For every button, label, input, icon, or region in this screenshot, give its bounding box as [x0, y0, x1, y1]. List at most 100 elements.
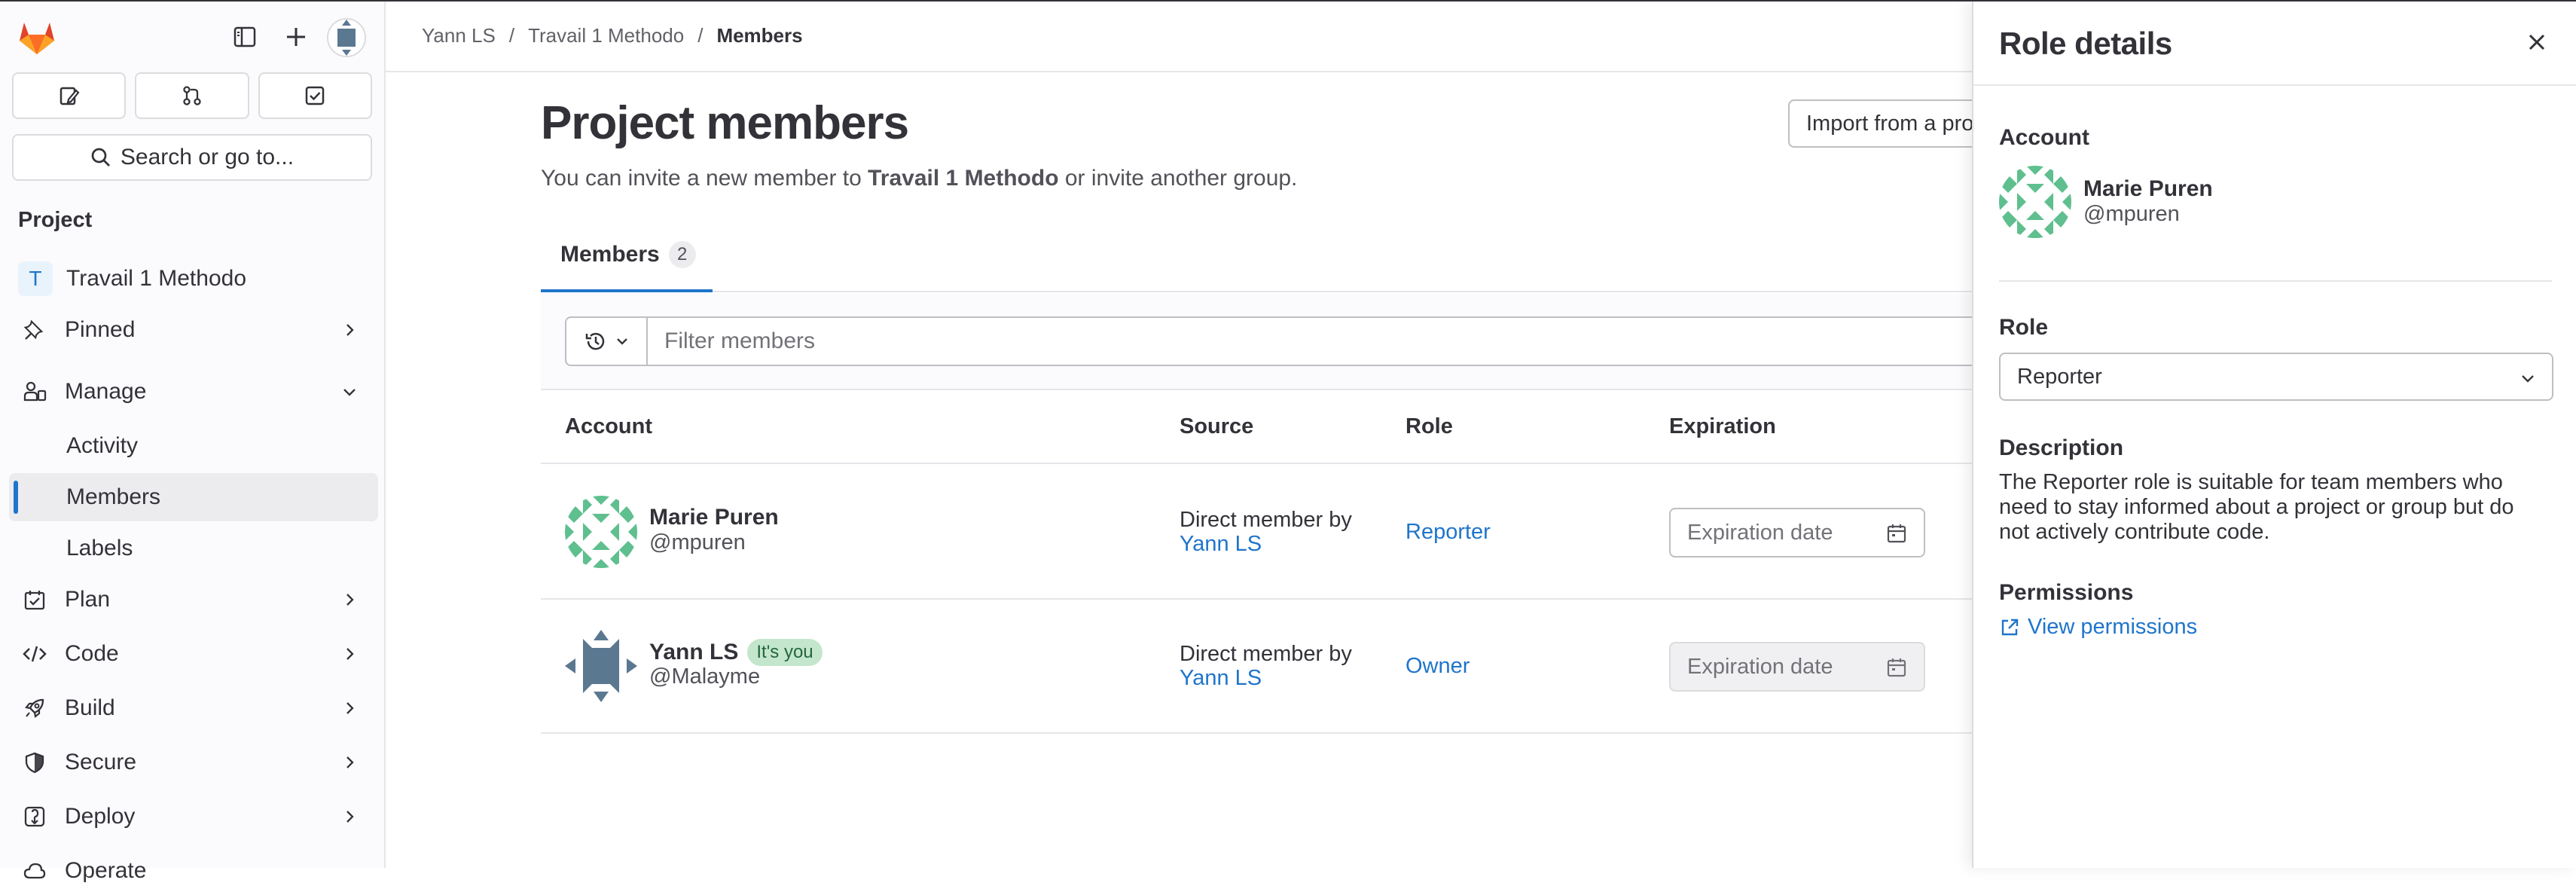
column-header-account: Account	[565, 414, 652, 438]
plus-icon	[287, 28, 305, 46]
breadcrumb-item-members[interactable]: Members	[716, 24, 802, 47]
sidebar-item-label: Build	[65, 695, 115, 720]
sidebar: Search or go to... Project T Travail 1 M…	[0, 0, 386, 883]
sidebar-item-deploy[interactable]: Deploy	[9, 793, 378, 841]
chevron-right-icon	[346, 756, 354, 768]
source-prefix: Direct member by	[1180, 508, 1352, 532]
sidebar-item-plan[interactable]: Plan	[9, 576, 378, 624]
sidebar-header	[0, 0, 384, 69]
role-select[interactable]: Reporter	[1999, 353, 2553, 401]
source-user-link[interactable]: Yann LS	[1180, 532, 1352, 556]
sidebar-item-label: Code	[65, 641, 119, 666]
chevron-down-icon	[2522, 375, 2534, 383]
avatar-identicon-icon	[1999, 166, 2071, 238]
sidebar-item-members[interactable]: Members	[9, 473, 378, 521]
filter-members-input[interactable]: Filter members	[646, 316, 2047, 366]
close-drawer-button[interactable]	[2522, 27, 2552, 57]
merge-request-icon	[183, 86, 201, 105]
sidebar-item-label: Plan	[65, 587, 111, 612]
member-source: Direct member by Yann LS	[1180, 642, 1352, 690]
sidebar-item-manage[interactable]: Manage	[9, 368, 378, 416]
avatar-identicon-icon	[328, 20, 365, 56]
sidebar-item-labels[interactable]: Labels	[9, 524, 378, 573]
chevron-right-icon	[346, 811, 354, 823]
avatar[interactable]	[565, 496, 637, 568]
drawer-header: Role details	[1973, 0, 2576, 86]
chevron-right-icon	[346, 324, 354, 336]
account-label: Account	[1999, 125, 2089, 150]
sidebar-item-secure[interactable]: Secure	[9, 738, 378, 787]
planning-icon	[20, 585, 50, 615]
page-subtitle: You can invite a new member to Travail 1…	[541, 166, 1297, 191]
source-user-link[interactable]: Yann LS	[1180, 666, 1352, 690]
sidebar-item-label: Operate	[65, 858, 147, 883]
column-header-role: Role	[1406, 414, 1453, 438]
drawer-member-name[interactable]: Marie Puren	[2083, 176, 2213, 202]
create-new-button[interactable]	[279, 20, 313, 54]
role-description: The Reporter role is suitable for team m…	[1999, 470, 2514, 544]
deploy-icon	[20, 802, 50, 832]
view-permissions-link[interactable]: View permissions	[1999, 615, 2197, 640]
todo-tab[interactable]	[258, 72, 372, 119]
sidebar-item-activity[interactable]: Activity	[9, 422, 378, 470]
toggle-sidebar-button[interactable]	[227, 20, 262, 54]
filter-bar: Filter members	[541, 294, 2047, 390]
search-icon	[91, 148, 110, 166]
users-icon	[20, 377, 50, 407]
sidebar-item-project[interactable]: T Travail 1 Methodo	[9, 255, 378, 303]
tab-count-badge: 2	[668, 241, 696, 268]
rocket-icon	[20, 693, 50, 723]
close-icon	[2529, 34, 2545, 50]
sidebar-item-operate[interactable]: Operate	[9, 847, 378, 895]
sidebar-item-label: Deploy	[65, 804, 136, 829]
breadcrumb-item-project[interactable]: Travail 1 Methodo	[528, 24, 684, 47]
chevron-down-icon	[617, 338, 627, 345]
member-name[interactable]: Yann LS	[649, 640, 738, 664]
avatar[interactable]	[565, 630, 637, 702]
expiration-placeholder: Expiration date	[1687, 520, 1833, 545]
issues-tab[interactable]	[12, 72, 127, 119]
breadcrumb-item-user[interactable]: Yann LS	[422, 24, 496, 47]
chevron-right-icon	[346, 594, 354, 606]
chevron-down-icon	[343, 389, 356, 396]
member-username: @Malayme	[649, 664, 761, 689]
description-label: Description	[1999, 435, 2124, 460]
members-tabs: Members 2	[541, 220, 2047, 292]
merge-requests-tab[interactable]	[135, 72, 249, 119]
table-row: Marie Puren @mpuren Direct member by Yan…	[541, 466, 2047, 600]
sidebar-toggle-icon	[233, 26, 256, 47]
todo-check-icon	[306, 86, 325, 105]
drawer-avatar[interactable]	[1999, 166, 2071, 238]
expiration-date-input[interactable]: Expiration date	[1669, 508, 1925, 557]
expiration-placeholder: Expiration date	[1687, 654, 1833, 679]
code-icon	[20, 639, 50, 669]
top-border	[0, 0, 2576, 2]
tab-members[interactable]: Members 2	[541, 220, 713, 292]
permissions-label: Permissions	[1999, 580, 2134, 605]
member-source: Direct member by Yann LS	[1180, 508, 1352, 556]
role-select-value: Reporter	[2017, 364, 2102, 389]
sidebar-item-build[interactable]: Build	[9, 684, 378, 732]
recent-searches-button[interactable]	[565, 316, 648, 366]
breadcrumb-separator: /	[697, 24, 704, 47]
role-link[interactable]: Reporter	[1406, 520, 1491, 545]
expiration-date-input: Expiration date	[1669, 642, 1925, 692]
sidebar-item-code[interactable]: Code	[9, 630, 378, 678]
subtitle-project: Travail 1 Methodo	[868, 166, 1059, 191]
member-name[interactable]: Marie Puren	[649, 505, 779, 530]
view-permissions-label: View permissions	[2028, 615, 2198, 639]
shield-icon	[20, 747, 50, 777]
sidebar-item-label: Secure	[65, 750, 137, 774]
project-avatar: T	[18, 261, 53, 296]
drawer-member-username: @mpuren	[2083, 202, 2180, 226]
role-link[interactable]: Owner	[1406, 654, 1470, 679]
search-button[interactable]: Search or go to...	[12, 134, 372, 181]
history-icon	[585, 332, 605, 350]
avatar-identicon-icon	[565, 630, 637, 702]
breadcrumb: Yann LS / Travail 1 Methodo / Members	[422, 24, 803, 47]
table-row: Yann LS It's you @Malayme Direct member b…	[541, 600, 2047, 734]
gitlab-logo-icon[interactable]	[17, 18, 57, 56]
sidebar-item-label: Manage	[65, 379, 147, 404]
user-avatar[interactable]	[327, 18, 366, 57]
sidebar-item-pinned[interactable]: Pinned	[9, 306, 378, 354]
